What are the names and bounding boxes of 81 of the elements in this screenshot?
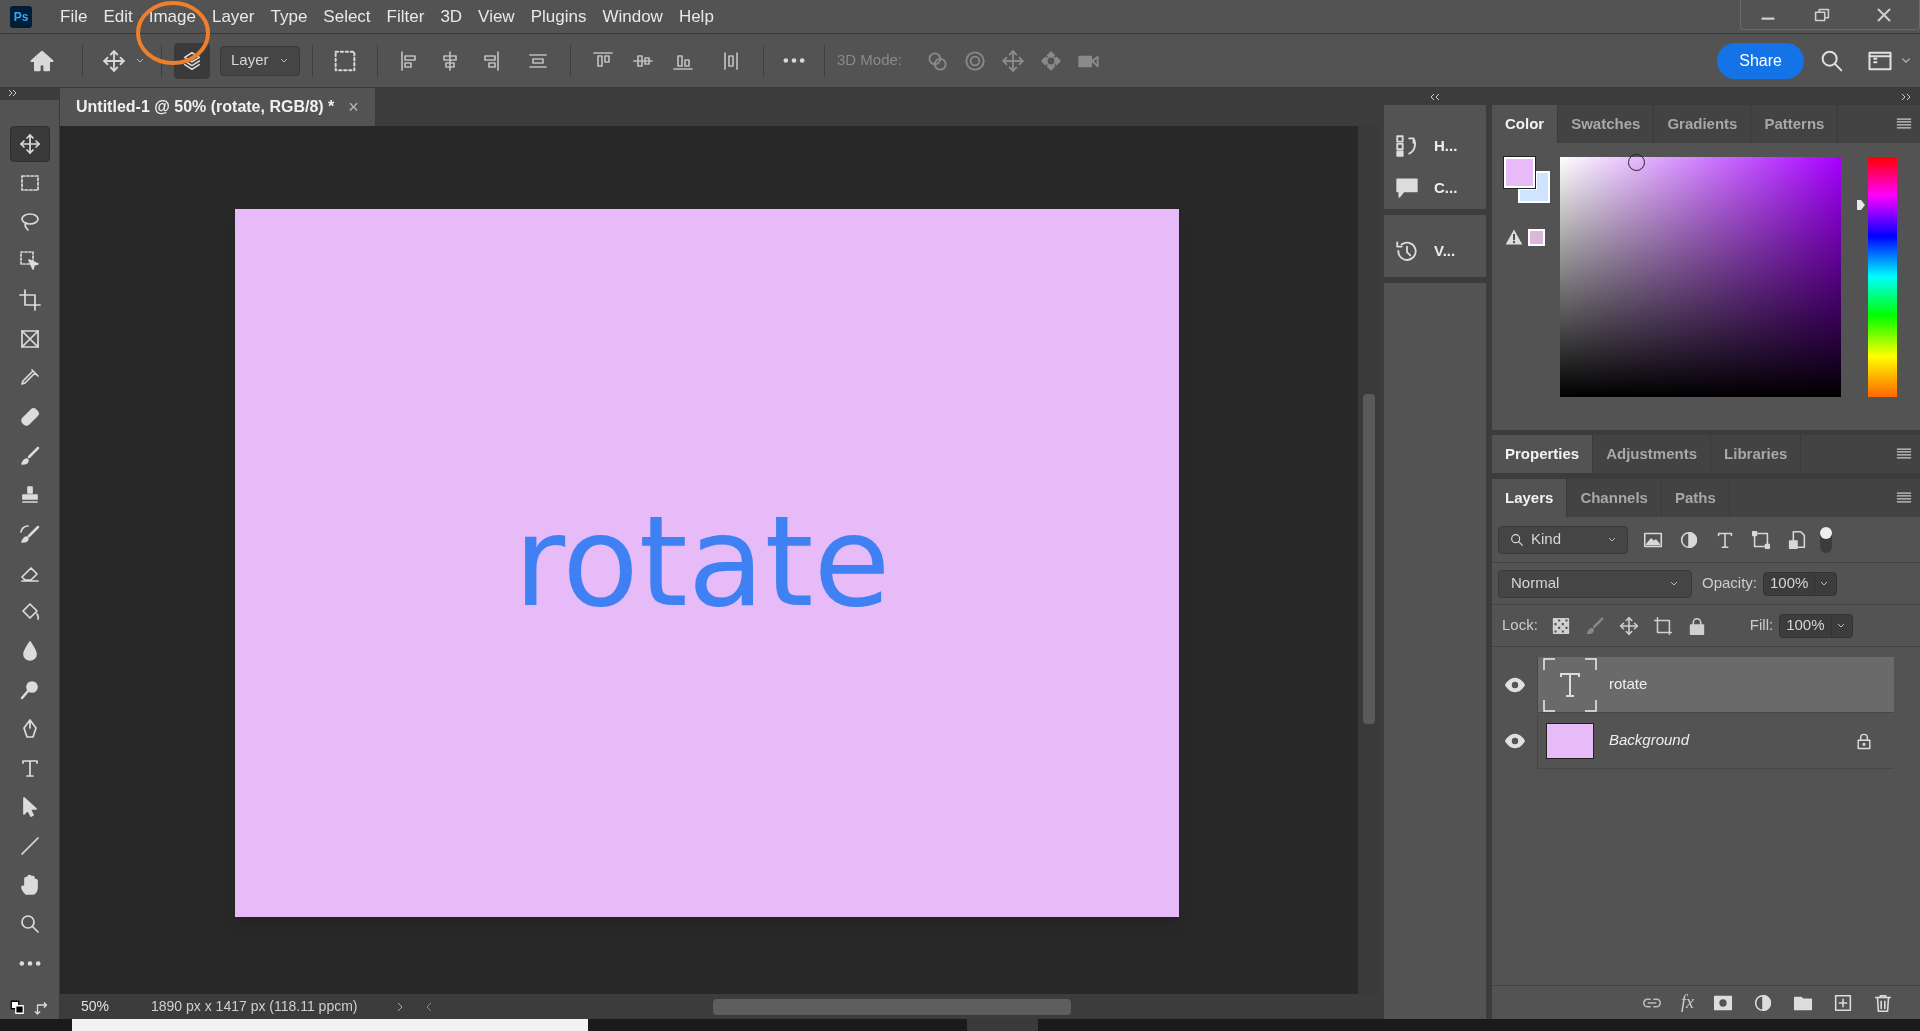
layers-icon bbox=[181, 49, 203, 72]
panel-tab[interactable]: Properties bbox=[1492, 435, 1594, 473]
document-info[interactable]: 1890 px x 1417 px (118.11 ppcm) bbox=[151, 996, 391, 1017]
fill-label: Fill: bbox=[1749, 615, 1774, 636]
more-icon[interactable] bbox=[782, 57, 806, 64]
foreground-color-swatch[interactable] bbox=[1504, 157, 1535, 188]
default-colors-icon[interactable] bbox=[8, 999, 27, 1017]
blend-mode-dropdown[interactable]: Normal bbox=[1498, 569, 1692, 598]
versions-icon bbox=[1394, 238, 1420, 264]
background-color-swatch[interactable] bbox=[1518, 171, 1550, 203]
collapse-icon[interactable] bbox=[1429, 91, 1441, 102]
text-layer-thumbnail bbox=[1543, 657, 1597, 712]
layer-name[interactable]: Background bbox=[1609, 729, 1690, 752]
move-icon[interactable] bbox=[1617, 614, 1640, 637]
share-button[interactable]: Share bbox=[1717, 42, 1804, 79]
shape-filter-icon[interactable] bbox=[1750, 528, 1772, 551]
more-icon[interactable] bbox=[17, 959, 42, 967]
hue-slider-thumb[interactable] bbox=[1856, 199, 1866, 211]
move-icon[interactable] bbox=[101, 47, 127, 74]
menu-item[interactable]: Help bbox=[670, 3, 722, 30]
panel-tab[interactable]: Swatches bbox=[1558, 105, 1655, 143]
opacity-field[interactable]: 100% bbox=[1763, 571, 1838, 596]
panel-tab[interactable]: Adjustments bbox=[1593, 435, 1712, 473]
chevron-right-icon[interactable] bbox=[395, 1000, 405, 1013]
panel-tab[interactable]: Libraries bbox=[1711, 435, 1802, 473]
zoom-level[interactable]: 50% bbox=[81, 996, 151, 1017]
filter-dropdown[interactable]: Kind bbox=[1498, 525, 1628, 554]
move-tool[interactable] bbox=[9, 126, 50, 162]
layer-row[interactable]: rotate bbox=[1492, 657, 1894, 713]
artboard-icon[interactable] bbox=[1651, 614, 1674, 637]
smart-object-filter-icon[interactable] bbox=[1786, 528, 1808, 551]
comments-icon bbox=[1394, 175, 1420, 201]
panel-tab[interactable]: Channels bbox=[1567, 479, 1662, 517]
menu-item[interactable]: Plugins bbox=[522, 3, 595, 30]
layer-name[interactable]: rotate bbox=[1609, 673, 1648, 696]
warning-icon[interactable] bbox=[1504, 227, 1524, 247]
gamut-color-swatch[interactable] bbox=[1528, 228, 1545, 246]
scrollbar-thumb[interactable] bbox=[1363, 394, 1375, 724]
menu-item[interactable]: Layer bbox=[203, 3, 263, 30]
layer-row[interactable]: Background bbox=[1492, 713, 1894, 769]
close-tab-button[interactable]: × bbox=[348, 93, 359, 121]
expand-icon[interactable] bbox=[7, 88, 18, 98]
app-logo[interactable]: Ps bbox=[10, 5, 32, 28]
move-icon bbox=[17, 132, 42, 156]
panel-tab[interactable]: Paths bbox=[1661, 479, 1730, 517]
crop-icon bbox=[17, 288, 42, 312]
lock-label: Lock: bbox=[1502, 615, 1538, 636]
panel-tab[interactable]: Color bbox=[1492, 105, 1559, 143]
search-icon bbox=[1509, 531, 1525, 548]
layer-thumbnail bbox=[1546, 722, 1594, 759]
menu-item[interactable]: 3D bbox=[432, 3, 471, 30]
menu-item[interactable]: Window bbox=[594, 3, 671, 30]
menu-item[interactable]: View bbox=[470, 3, 523, 30]
menu-item[interactable]: Type bbox=[262, 3, 316, 30]
panel-button[interactable]: V... bbox=[1384, 215, 1486, 277]
filter-toggle[interactable] bbox=[1820, 526, 1832, 553]
document-title: Untitled-1 @ 50% (rotate, RGB/8) * bbox=[76, 97, 335, 117]
expand-icon[interactable] bbox=[1900, 91, 1912, 102]
document-tab[interactable]: Untitled-1 @ 50% (rotate, RGB/8) * × bbox=[60, 88, 375, 126]
layer-dropdown[interactable]: Layer bbox=[220, 45, 300, 76]
object-select-icon bbox=[17, 249, 42, 273]
panel-tab[interactable]: Gradients bbox=[1654, 105, 1752, 143]
fill-field[interactable]: 100% bbox=[1779, 613, 1854, 638]
scrollbar-thumb[interactable] bbox=[713, 998, 1071, 1015]
panel-button[interactable]: C... bbox=[1384, 167, 1486, 209]
panel-button[interactable]: H... bbox=[1384, 105, 1486, 167]
canvas-text: rotate bbox=[513, 498, 891, 624]
panel-tab[interactable]: Layers bbox=[1492, 479, 1568, 517]
history-brush-icon bbox=[17, 522, 42, 546]
color-field[interactable] bbox=[1560, 157, 1841, 397]
panel-tab[interactable]: Patterns bbox=[1751, 105, 1839, 143]
opacity-label: Opacity: bbox=[1702, 573, 1758, 594]
chevron-left-icon[interactable] bbox=[425, 1000, 433, 1013]
layer-effects-button[interactable]: fx bbox=[1681, 989, 1694, 1016]
menu-item[interactable]: Select bbox=[315, 3, 379, 30]
menu-item[interactable]: Edit bbox=[95, 3, 141, 30]
menu-item[interactable]: Filter bbox=[378, 3, 433, 30]
panel-label: H... bbox=[1434, 135, 1458, 156]
panel-label: C... bbox=[1434, 177, 1458, 198]
panel-label: V... bbox=[1434, 240, 1456, 261]
menu-item[interactable]: File bbox=[52, 3, 96, 30]
